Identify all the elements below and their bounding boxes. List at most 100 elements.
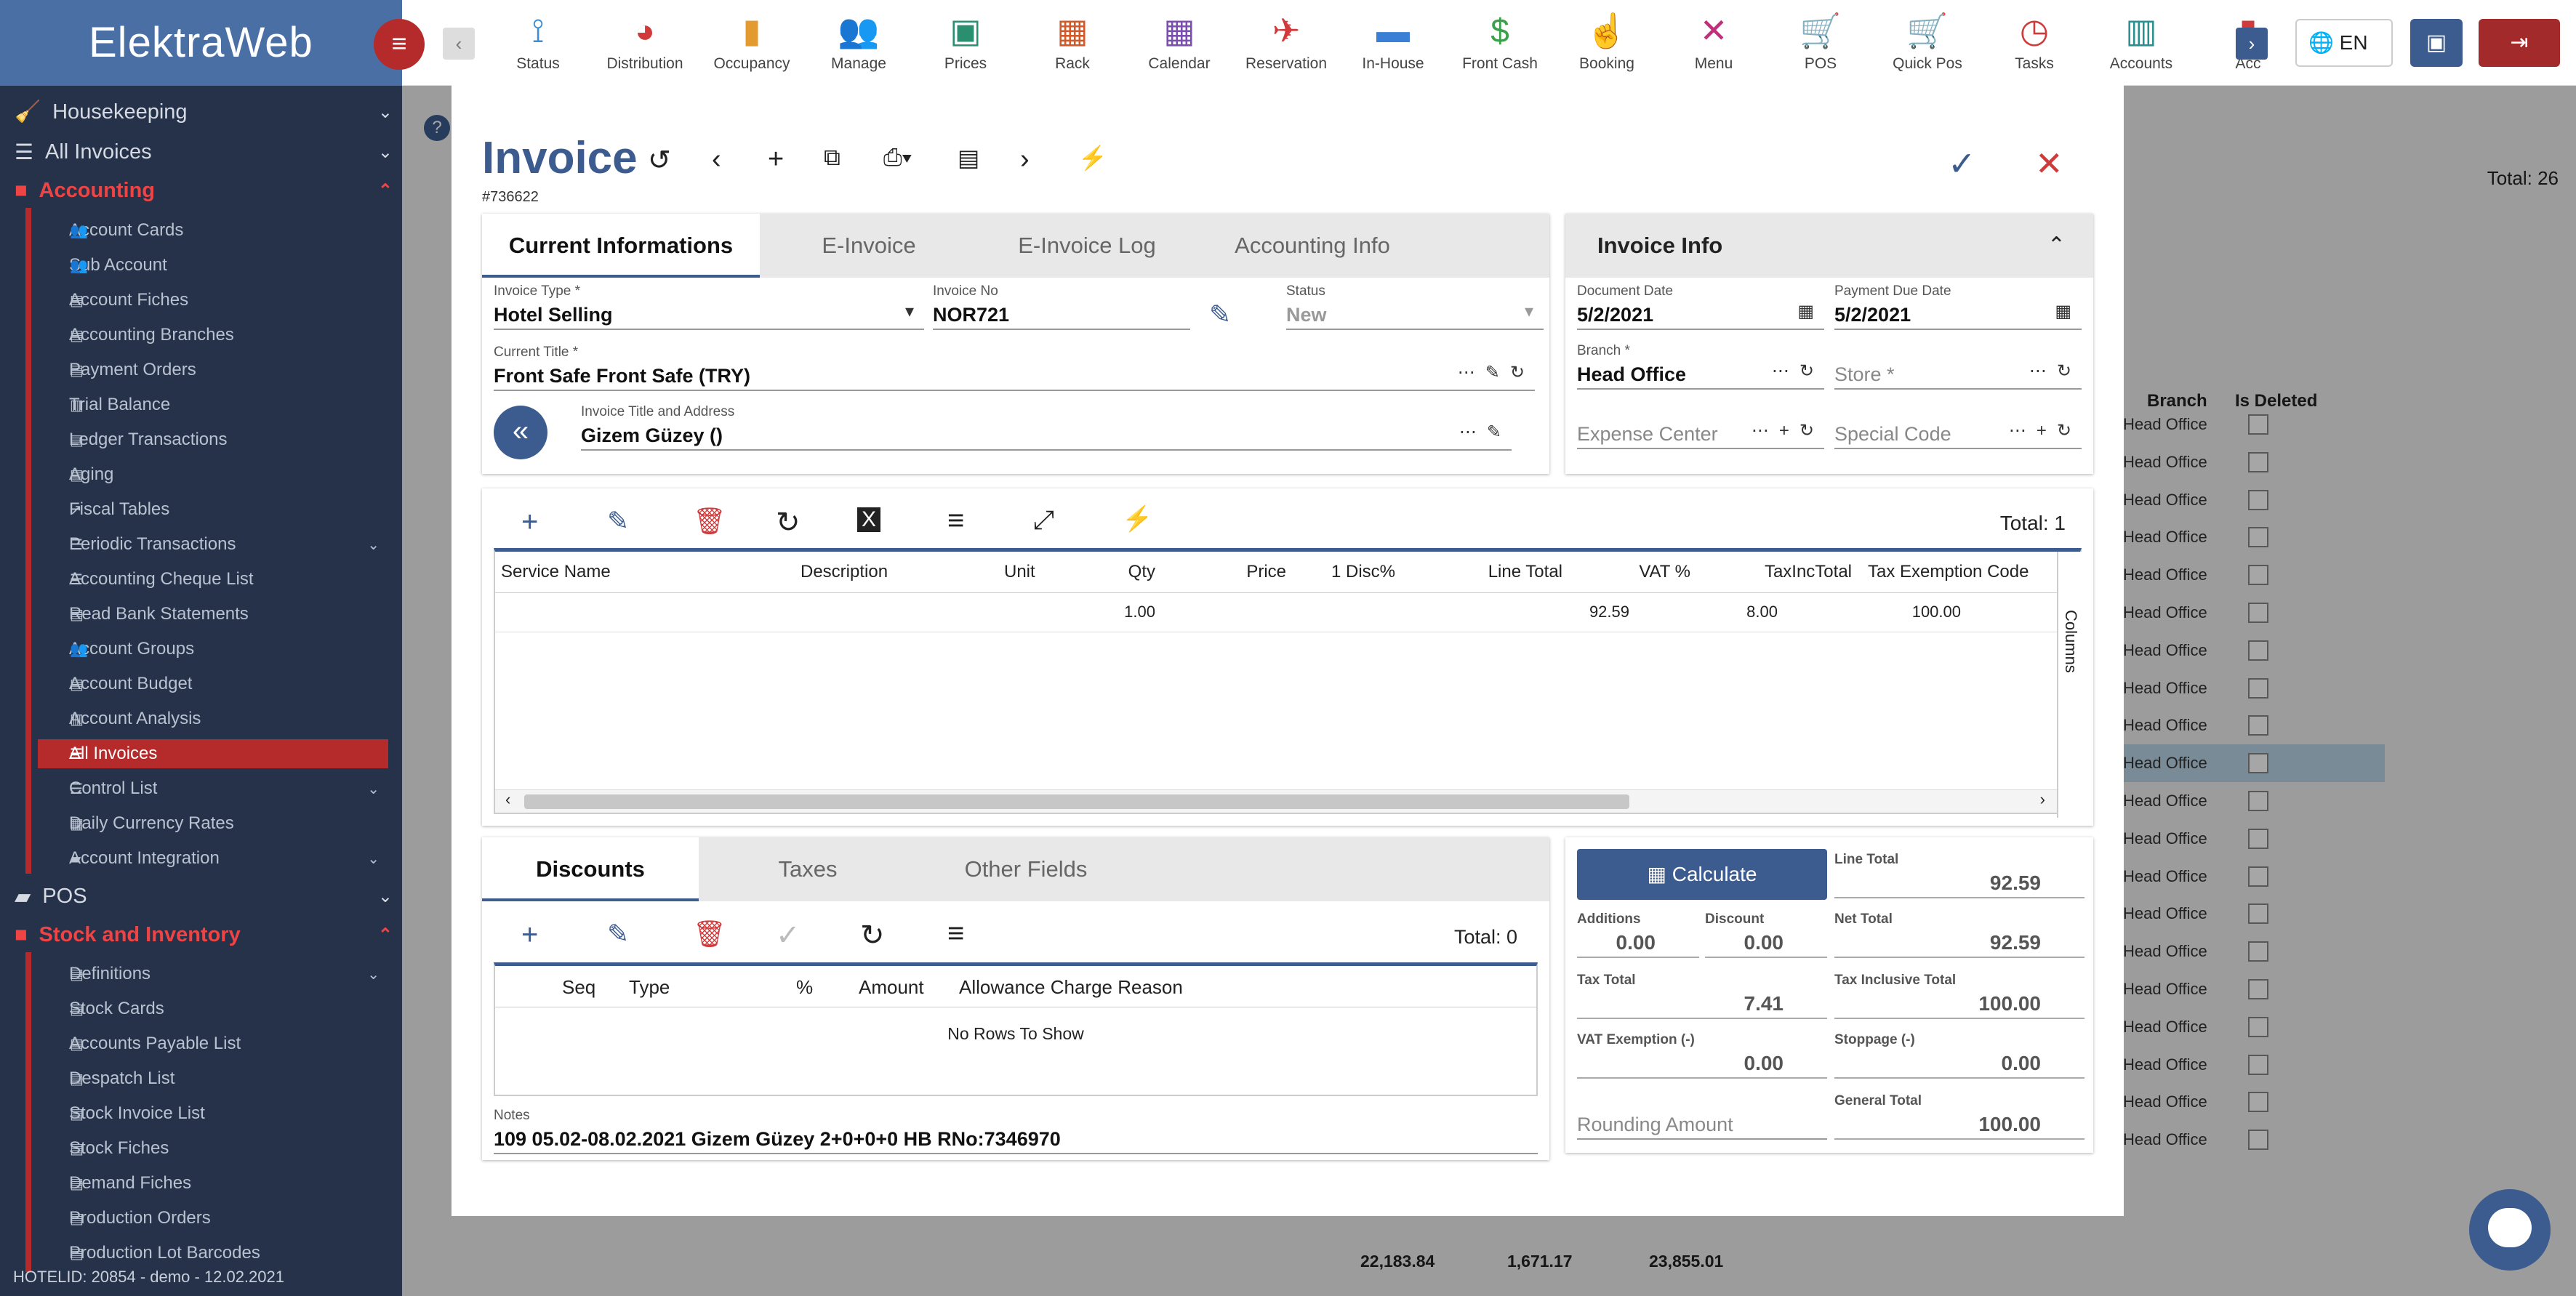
invoice-type-field[interactable]: Invoice Type * Hotel Selling ▾ <box>494 283 924 330</box>
col-line-total[interactable]: Line Total <box>1453 562 1562 582</box>
edit-line-icon[interactable]: ✎ <box>607 506 629 536</box>
sidebar-item-production-orders[interactable]: ▤ Production Orders <box>38 1204 388 1233</box>
title-address-field[interactable]: Invoice Title and Address Gizem Güzey () ⋯… <box>581 404 1512 451</box>
edit-invoice-no-icon[interactable]: ✎ <box>1209 299 1231 330</box>
add-icon[interactable]: + <box>768 144 784 175</box>
scrollbar-thumb[interactable] <box>524 794 1629 809</box>
col-1-disc-[interactable]: 1 Disc% <box>1315 562 1395 582</box>
chevron-right-icon[interactable]: › <box>1020 144 1030 175</box>
lightning-icon[interactable]: ⚡ <box>1078 144 1107 172</box>
col-amount[interactable]: Amount <box>859 976 924 999</box>
logout-button[interactable]: ⇥ <box>2479 19 2560 67</box>
confirm-check-icon[interactable]: ✓ <box>1948 144 1976 183</box>
sidebar-item-account-fiches[interactable]: ▤ Account Fiches <box>38 286 388 315</box>
tab-discounts[interactable]: Discounts <box>482 837 699 901</box>
col-seq[interactable]: Seq <box>562 976 595 999</box>
toolbar-pos[interactable]: 🛒 POS <box>1773 6 1868 73</box>
sidebar-item-aging[interactable]: ▤ Aging <box>38 460 388 489</box>
sidebar-section-stock[interactable]: ■ Stock and Inventory ⌃ <box>15 923 393 947</box>
sidebar-item-definitions[interactable]: ▤ Definitions ⌄ <box>38 959 388 989</box>
add-discount-icon[interactable]: + <box>521 919 538 951</box>
calendar-icon[interactable]: ▦ <box>1797 301 1824 322</box>
lightning-icon[interactable]: ⚡ <box>1122 504 1152 534</box>
tab-taxes[interactable]: Taxes <box>699 837 917 901</box>
sidebar-section-accounting[interactable]: ■ Accounting ⌃ <box>15 179 393 203</box>
toolbar-manage[interactable]: 👥 Manage <box>811 6 906 73</box>
toolbar-status[interactable]: ⟟ Status <box>491 6 585 73</box>
tab-current-informations[interactable]: Current Informations <box>482 214 760 278</box>
field-action-icons[interactable]: ⋯+↻ <box>1752 420 1824 441</box>
expand-icon[interactable]: ⤢ <box>1033 504 1054 536</box>
toolbar-calendar[interactable]: ▦ Calendar <box>1132 6 1227 73</box>
copy-icon[interactable]: ⧉ <box>824 144 840 172</box>
language-selector[interactable]: 🌐 EN <box>2295 19 2393 67</box>
toolbar-tasks[interactable]: ◷ Tasks <box>1987 6 2082 73</box>
col-unit[interactable]: Unit <box>1004 562 1035 582</box>
toolbar-menu[interactable]: ✕ Menu <box>1666 6 1761 73</box>
sidebar-item-despatch-list[interactable]: ▤ Despatch List <box>38 1064 388 1093</box>
history-icon[interactable]: ↺ <box>648 144 671 177</box>
col-service-name[interactable]: Service Name <box>501 562 611 582</box>
sidebar-section-pos[interactable]: ▰ POS ⌄ <box>15 884 393 909</box>
sidebar-section-all-invoices[interactable]: ☰ All Invoices ⌄ <box>15 140 393 165</box>
edit-discount-icon[interactable]: ✎ <box>607 919 629 949</box>
sidebar-item-account-budget[interactable]: ▤ Account Budget <box>38 669 388 699</box>
sidebar-item-fiscal-tables[interactable]: ↗ Fiscal Tables <box>38 495 388 524</box>
additions-field[interactable]: Additions 0.00 <box>1577 911 1699 958</box>
col-price[interactable]: Price <box>1199 562 1286 582</box>
field-action-icons[interactable]: ⋯✎↻ <box>1458 362 1535 383</box>
col-taxinctotal[interactable]: TaxIncTotal <box>1717 562 1852 582</box>
store-field[interactable]: Store * ⋯↻ <box>1834 343 2082 390</box>
stoppage-field[interactable]: Stoppage (-) 0.00 <box>1834 1032 2085 1079</box>
calendar-icon[interactable]: ▦ <box>2055 301 2082 322</box>
delete-line-icon[interactable]: 🗑 <box>693 506 726 536</box>
toolbar-distribution[interactable]: ◕ Distribution <box>598 6 692 73</box>
branch-field[interactable]: Branch * Head Office ⋯↻ <box>1577 343 1824 390</box>
scroll-right-button[interactable]: › <box>2236 28 2268 60</box>
document-date-field[interactable]: Document Date 5/2/2021 ▦ <box>1577 283 1824 330</box>
sidebar-item-stock-invoice-list[interactable]: ▤ Stock Invoice List <box>38 1099 388 1128</box>
notes-field[interactable]: Notes 109 05.02-08.02.2021 Gizem Güzey 2+… <box>494 1108 1538 1154</box>
horizontal-scrollbar[interactable]: ‹ › <box>495 789 2057 813</box>
status-field[interactable]: Status New ▾ <box>1286 283 1544 330</box>
col-description[interactable]: Description <box>801 562 888 582</box>
hamburger-menu-button[interactable]: ≡ <box>374 19 425 70</box>
sidebar-item-daily-currency-rates[interactable]: ▦ Daily Currency Rates <box>38 809 388 838</box>
chat-button[interactable] <box>2469 1189 2551 1271</box>
calculate-button[interactable]: ▦ Calculate <box>1577 849 1827 900</box>
tab-e-invoice[interactable]: E-Invoice <box>760 214 978 278</box>
refresh-icon[interactable]: ↻ <box>860 919 885 952</box>
sidebar-item-accounts-payable-list[interactable]: ▤ Accounts Payable List <box>38 1029 388 1058</box>
current-title-field[interactable]: Current Title * Front Safe Front Safe (TR… <box>494 345 1535 391</box>
menu-lines-icon[interactable]: ≡ <box>947 504 964 537</box>
col-percent[interactable]: % <box>796 976 813 999</box>
toolbar-rack[interactable]: ▦ Rack <box>1025 6 1120 73</box>
columns-side-panel[interactable]: Columns <box>2057 552 2082 818</box>
toolbar-prices[interactable]: ▣ Prices <box>918 6 1013 73</box>
invoice-no-field[interactable]: Invoice No NOR721 <box>933 283 1190 330</box>
row-line-total[interactable]: 92.59 <box>1520 603 1629 621</box>
save-icon[interactable]: ▤ <box>958 144 979 172</box>
discount-field[interactable]: Discount 0.00 <box>1705 911 1827 958</box>
expense-center-field[interactable]: Expense Center ⋯+↻ <box>1577 403 1824 449</box>
sidebar-item-account-integration[interactable]: ▰ Account Integration ⌄ <box>38 844 388 873</box>
sidebar-item-periodic-transactions[interactable]: ☰ Periodic Transactions ⌄ <box>38 530 388 559</box>
sidebar-item-payment-orders[interactable]: ▤ Payment Orders <box>38 355 388 385</box>
col-vat-[interactable]: VAT % <box>1600 562 1690 582</box>
excel-export-icon[interactable]: X <box>857 507 881 532</box>
sidebar-item-sub-account[interactable]: 👥 Sub Account <box>38 251 388 280</box>
sidebar-item-accounting-branches[interactable]: ▤ Accounting Branches <box>38 321 388 350</box>
row-taxinc[interactable]: 100.00 <box>1826 603 1961 621</box>
sidebar-item-trial-balance[interactable]: ▥ Trial Balance <box>38 390 388 419</box>
field-action-icons[interactable]: ⋯↻ <box>2029 361 2082 382</box>
special-code-field[interactable]: Special Code ⋯+↻ <box>1834 403 2082 449</box>
toolbar-occupancy[interactable]: ▮ Occupancy <box>705 6 799 73</box>
sidebar-item-accounting-cheque-list[interactable]: ☰ Accounting Cheque List <box>38 565 388 594</box>
close-icon[interactable]: ✕ <box>2035 144 2063 183</box>
scroll-right-icon[interactable]: › <box>2040 790 2045 809</box>
sidebar-item-account-groups[interactable]: 👥 Account Groups <box>38 635 388 664</box>
tab-accounting-info[interactable]: Accounting Info <box>1196 214 1429 278</box>
tab-other-fields[interactable]: Other Fields <box>917 837 1135 901</box>
field-action-icons[interactable]: ⋯+↻ <box>2009 420 2082 441</box>
delete-discount-icon[interactable]: 🗑 <box>693 919 726 949</box>
